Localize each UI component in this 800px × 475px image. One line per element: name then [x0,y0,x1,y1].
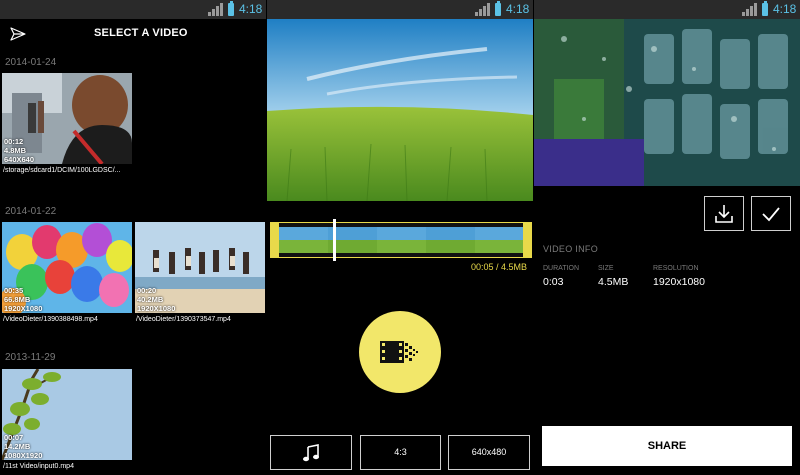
playhead-marker[interactable] [332,219,336,261]
encode-button[interactable] [359,311,441,393]
video-meta: 00:20 40.2MB 1920X1080 [137,286,175,313]
video-meta: 00:35 66.8MB 1920X1080 [4,286,42,313]
aspect-ratio-button[interactable]: 4:3 [360,435,441,470]
video-preview-rain-window [534,19,800,186]
trim-start-handle[interactable] [271,223,279,257]
resolution-label: RESOLUTION [653,265,699,272]
video-size: 40.2MB [137,295,164,304]
download-icon [715,205,733,223]
result-screen: 4:18 VIDEO INFO DURATION 0:03 SIZE 4.5MB… [534,0,800,475]
video-duration: 00:07 [4,433,24,442]
edit-video-screen: 4:18 00:05 / 4.5MB 4:3 640x480 [267,0,533,475]
status-bar: 4:18 [267,0,533,19]
signal-icon [208,3,228,16]
video-thumbnail[interactable]: 00:12 4.8MB 640X640 [2,73,132,164]
music-note-icon [303,444,319,462]
battery-icon [762,1,768,16]
status-time: 4:18 [506,2,530,16]
video-path: /VideoDieter/1390373547.mp4 [136,316,231,323]
result-video-preview[interactable] [534,19,800,186]
select-video-screen: 4:18 SELECT A VIDEO 2014-01-24 00:12 4.8… [0,0,266,475]
resolution-value: 1920x1080 [653,276,705,288]
timeline-strip [279,227,523,253]
status-time: 4:18 [773,2,797,16]
checkmark-icon [762,207,780,222]
video-duration: 00:12 [4,137,24,146]
video-path: /11st Video/input0.mp4 [3,463,74,470]
video-meta: 00:12 4.8MB 640X640 [4,137,34,164]
size-label: SIZE [598,265,614,272]
film-encode-icon [380,341,418,363]
trim-end-handle[interactable] [523,223,531,257]
duration-label: DURATION [543,265,580,272]
timeline-info: 00:05 / 4.5MB [470,262,527,272]
page-title: SELECT A VIDEO [94,27,188,39]
status-time: 4:18 [239,2,263,16]
video-preview[interactable] [267,19,533,201]
video-duration: 00:35 [4,286,24,295]
signal-icon [742,3,762,16]
video-thumbnail[interactable]: 00:35 66.8MB 1920X1080 [2,222,132,313]
video-path: /VideoDieter/1390388498.mp4 [3,316,98,323]
video-size: 4.8MB [4,146,27,155]
share-button[interactable]: SHARE [542,426,792,466]
send-icon[interactable] [10,27,26,41]
video-duration: 00:20 [137,286,157,295]
video-resolution: 1920X1080 [4,304,43,313]
video-thumbnail[interactable]: 00:07 14.2MB 1080X1920 [2,369,132,460]
download-button[interactable] [704,196,744,231]
select-header: SELECT A VIDEO [0,19,266,49]
video-info-title: VIDEO INFO [543,244,599,254]
size-value: 4.5MB [598,276,629,288]
music-button[interactable] [270,435,352,470]
video-size: 14.2MB [4,442,31,451]
timeline-frames [279,227,523,253]
status-bar: 4:18 [0,0,266,19]
battery-icon [228,1,234,16]
video-resolution: 640X640 [4,155,35,164]
video-preview-grass-field [267,19,533,201]
video-resolution: 1080X1920 [4,451,43,460]
trim-timeline[interactable] [270,219,532,261]
signal-icon [475,3,495,16]
battery-icon [495,1,501,16]
video-size: 66.8MB [4,295,31,304]
video-thumbnail[interactable]: 00:20 40.2MB 1920X1080 [135,222,265,313]
output-resolution-button[interactable]: 640x480 [448,435,530,470]
date-header: 2014-01-24 [5,57,57,68]
duration-value: 0:03 [543,276,564,288]
status-bar: 4:18 [534,0,800,19]
date-header: 2014-01-22 [5,206,57,217]
date-header: 2013-11-29 [5,352,56,363]
video-resolution: 1920X1080 [137,304,176,313]
confirm-button[interactable] [751,196,791,231]
video-path: /storage/sdcard1/DCIM/100LGDSC/... [3,167,121,174]
video-meta: 00:07 14.2MB 1080X1920 [4,433,42,460]
